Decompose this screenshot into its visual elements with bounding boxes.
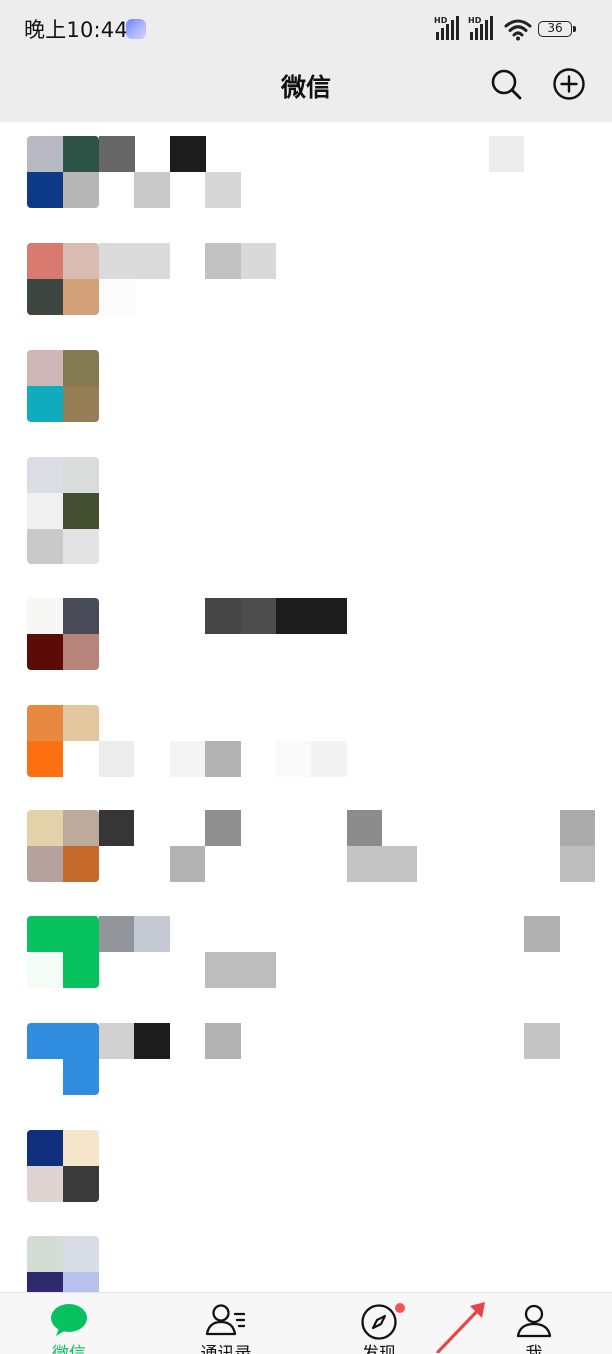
chat-time-blurred: [524, 916, 560, 952]
chat-list-item[interactable]: [0, 703, 612, 810]
chat-list-item[interactable]: [0, 810, 612, 917]
chat-list-item[interactable]: [0, 241, 612, 348]
tab-label: 发现: [362, 1344, 396, 1354]
tab-bar: 微信 通讯录 发现 我: [0, 1292, 612, 1354]
chat-list-item[interactable]: [0, 596, 612, 703]
chat-name-blurred: [99, 136, 241, 208]
chat-time-blurred: [560, 810, 595, 882]
chat-list-item[interactable]: [0, 348, 612, 455]
avatar: [27, 810, 99, 882]
search-icon[interactable]: [489, 67, 523, 101]
chat-list-item[interactable]: [0, 455, 612, 564]
tab-label: 我: [525, 1344, 543, 1354]
avatar: [27, 243, 99, 315]
chat-time-blurred: [489, 136, 524, 172]
tab-label: 通讯录: [200, 1344, 252, 1354]
contacts-icon: [205, 1304, 246, 1336]
add-circle-icon[interactable]: [552, 67, 586, 101]
chat-preview-blurred: [99, 741, 347, 777]
tab-label: 微信: [52, 1344, 86, 1354]
chat-name-blurred: [99, 243, 276, 279]
app-header: 微信: [0, 60, 612, 122]
avatar: [27, 705, 99, 777]
chat-list: [0, 122, 612, 1308]
avatar: [27, 136, 99, 208]
chat-name-blurred: [99, 1023, 241, 1059]
avatar: [27, 1130, 99, 1202]
tab-chats[interactable]: 微信: [14, 1293, 124, 1354]
chat-preview-blurred: [99, 279, 135, 315]
avatar: [27, 916, 99, 988]
avatar: [27, 1023, 99, 1095]
chat-time-blurred: [524, 1023, 560, 1059]
chat-list-item[interactable]: [0, 134, 612, 241]
chat-bubble-icon: [51, 1304, 87, 1336]
chat-name-blurred: [99, 916, 276, 988]
battery-level: 36: [547, 21, 563, 35]
avatar: [27, 598, 99, 670]
notification-dot: [395, 1303, 405, 1313]
signal-icon: HD: [434, 16, 464, 40]
compass-icon: [361, 1304, 397, 1340]
avatar: [27, 350, 99, 422]
chat-name-blurred: [99, 810, 419, 882]
avatar: [27, 457, 99, 564]
tab-contacts[interactable]: 通讯录: [171, 1293, 281, 1354]
chat-list-item[interactable]: [0, 1130, 612, 1237]
app-notification-icon: [126, 19, 146, 39]
status-indicators: HD HD 36: [434, 16, 594, 42]
arrow-annotation-icon: [436, 1302, 485, 1353]
person-icon: [516, 1304, 552, 1338]
chat-list-item[interactable]: [0, 916, 612, 1023]
chat-name-blurred: [205, 598, 347, 634]
status-time: 晚上10:44: [24, 18, 128, 42]
tab-discover[interactable]: 发现: [324, 1293, 434, 1354]
status-bar: 晚上10:44 HD HD 36: [0, 0, 612, 60]
battery-icon: 36: [538, 21, 576, 37]
chat-list-item[interactable]: [0, 1023, 612, 1130]
wifi-icon: [504, 19, 532, 41]
tab-me[interactable]: 我: [479, 1293, 589, 1354]
signal-icon: HD: [468, 16, 498, 40]
